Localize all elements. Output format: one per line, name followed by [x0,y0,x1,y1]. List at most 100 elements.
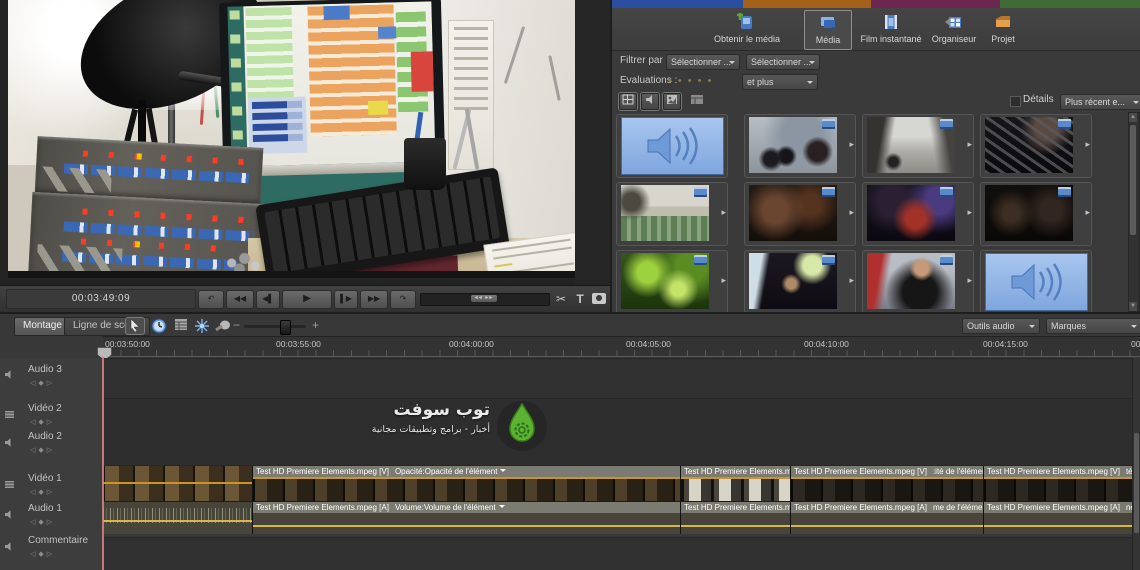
keyframe-nav[interactable]: ◁◆▷ [30,379,55,387]
rating-stars[interactable]: ••••• [668,73,717,89]
speaker-icon[interactable] [4,506,15,524]
filter-image-button[interactable] [663,93,681,110]
timeline-clip-audio[interactable] [103,502,252,534]
media-clip-video[interactable]: ▸ [744,182,856,246]
speaker-icon[interactable] [4,434,15,452]
volume-rubber-band[interactable] [253,524,681,527]
step-back-button[interactable]: ◀▌ [256,290,280,309]
markers-select[interactable]: Marques [1046,318,1140,334]
timeline-clip-video[interactable]: Test HD Premiere Elements.mpeg [V]:ité d… [790,466,984,502]
expand-clip-icon[interactable]: ▸ [849,207,854,218]
timeline-clip-audio[interactable]: Test HD Premiere Elements.mpeg [A] Volume… [252,502,681,534]
media-clip-video[interactable]: ▸ [862,182,974,246]
playhead-line[interactable] [102,356,104,570]
scroll-down-icon[interactable]: ▼ [1129,302,1137,311]
zoom-in-icon[interactable]: + [312,318,319,332]
expand-clip-icon[interactable]: ▸ [967,139,972,150]
expand-clip-icon[interactable]: ▸ [721,275,726,286]
add-text-icon[interactable]: T [571,291,589,307]
timeline-clip-audio[interactable]: Test HD Premiere Elements.mpeg [A]ne:V [983,502,1133,534]
keyframe-nav[interactable]: ◁◆▷ [30,550,55,558]
expand-clip-icon[interactable]: ▸ [721,207,726,218]
play-button[interactable]: ▶ [282,290,332,309]
media-clip-audio[interactable] [980,250,1092,312]
volume-rubber-band[interactable] [984,524,1133,527]
filter-audio-button[interactable] [641,93,659,110]
film-icon[interactable] [4,406,15,424]
tab-film-instantane[interactable]: Film instantané [856,10,926,48]
split-clip-icon[interactable]: ✂ [552,291,570,307]
timeline-scroll-thumb[interactable] [1134,433,1139,533]
timeline-clip-video[interactable] [103,466,252,502]
workspace-strip-disc[interactable] [871,0,1000,8]
track-lane-audio-1[interactable]: Test HD Premiere Elements.mpeg [A] Volume… [103,501,1133,534]
timeline-clip-video[interactable]: Test HD Premiere Elements.mpe [680,466,791,502]
details-checkbox[interactable] [1010,96,1021,107]
expand-clip-icon[interactable]: ▸ [1085,139,1090,150]
tab-media[interactable]: Média [804,10,852,50]
media-clip-video[interactable]: ▸ [616,250,728,312]
speaker-icon[interactable] [4,366,15,384]
shuttle-slider[interactable]: ◂◂ ▸▸ [420,293,550,306]
expand-clip-icon[interactable]: ▸ [967,207,972,218]
smart-mix-tool-icon[interactable] [214,318,232,334]
volume-rubber-band[interactable] [791,524,984,527]
sort-order-select[interactable]: Plus récent e... [1060,94,1140,110]
track-lane-video-2[interactable] [103,398,1132,433]
media-clip-video[interactable]: ▸ [862,114,974,178]
filter-select-2[interactable]: Sélectionner ... [746,54,820,70]
media-clip-video[interactable]: ▸ [980,182,1092,246]
tab-montage[interactable]: Montage [14,317,71,336]
tab-obtenir-le-media[interactable]: Obtenir le média [714,10,780,48]
speaker-icon[interactable] [4,538,15,556]
keyframe-nav[interactable]: ◁◆▷ [30,488,55,496]
tab-projet[interactable]: Projet [982,10,1024,48]
tab-organiseur[interactable]: Organiseur [926,10,982,48]
workspace-strip-edit[interactable] [743,0,871,8]
step-forward-button[interactable]: ▌▶ [334,290,358,309]
timeline-zoom-handle[interactable] [280,320,291,335]
media-clip-video[interactable]: ▸ [616,182,728,246]
timeline-ruler[interactable]: 00:03:50:00 00:03:55:00 00:04:00:00 00:0… [103,336,1140,357]
film-icon[interactable] [4,476,15,494]
keyframe-nav[interactable]: ◁◆▷ [30,518,55,526]
shuttle-handle[interactable]: ◂◂ ▸▸ [471,295,497,302]
timeline-clip-video[interactable]: Test HD Premiere Elements.mpeg [V]té:O [983,466,1133,502]
dropdown-arrow-icon[interactable] [500,468,507,475]
go-to-next-edit-button[interactable]: ↷ [390,290,416,309]
selection-tool-icon[interactable] [126,318,144,334]
filter-select-1[interactable]: Sélectionner ... [666,54,740,70]
timeline-zoom-slider[interactable] [244,325,306,328]
media-clip-video[interactable]: ▸ [744,250,856,312]
media-clip-video[interactable]: ▸ [862,250,974,312]
media-scroll-thumb[interactable] [1130,125,1136,235]
go-to-previous-edit-button[interactable]: ↶ [198,290,224,309]
fast-forward-button[interactable]: ▶▶ [360,290,388,309]
expand-clip-icon[interactable]: ▸ [1085,207,1090,218]
rating-and-more-select[interactable]: et plus [742,74,818,90]
track-lane-audio-3[interactable] [103,358,1132,399]
keyframe-nav[interactable]: ◁◆▷ [30,418,55,426]
effects-tool-icon[interactable] [193,318,211,334]
media-scrollbar[interactable]: ▲ ▼ [1128,112,1140,312]
audio-tools-select[interactable]: Outils audio [962,318,1040,334]
scroll-up-icon[interactable]: ▲ [1129,113,1137,122]
track-lane-audio-2[interactable] [103,432,1132,466]
track-lane-commentaire[interactable] [103,537,1132,570]
rewind-button[interactable]: ◀◀ [226,290,254,309]
filter-video-button[interactable] [619,93,637,110]
volume-rubber-band[interactable] [681,524,791,527]
timeline-scrollbar[interactable] [1132,358,1140,570]
time-stretch-tool-icon[interactable] [150,318,168,334]
freeze-frame-icon[interactable] [592,293,606,304]
opacity-rubber-band[interactable] [103,482,252,484]
timeline-clip-audio[interactable]: Test HD Premiere Elements.mpeg [A] me de … [790,502,984,534]
media-clip-video[interactable]: ▸ [980,114,1092,178]
expand-clip-icon[interactable]: ▸ [967,275,972,286]
expand-clip-icon[interactable]: ▸ [849,139,854,150]
volume-rubber-band[interactable] [103,519,252,522]
track-lane-video-1[interactable]: Test HD Premiere Elements.mpeg [V] Opacit… [103,465,1133,502]
media-clip-audio[interactable] [616,114,728,178]
zoom-out-icon[interactable]: − [233,318,240,332]
view-options-button[interactable] [688,93,706,110]
